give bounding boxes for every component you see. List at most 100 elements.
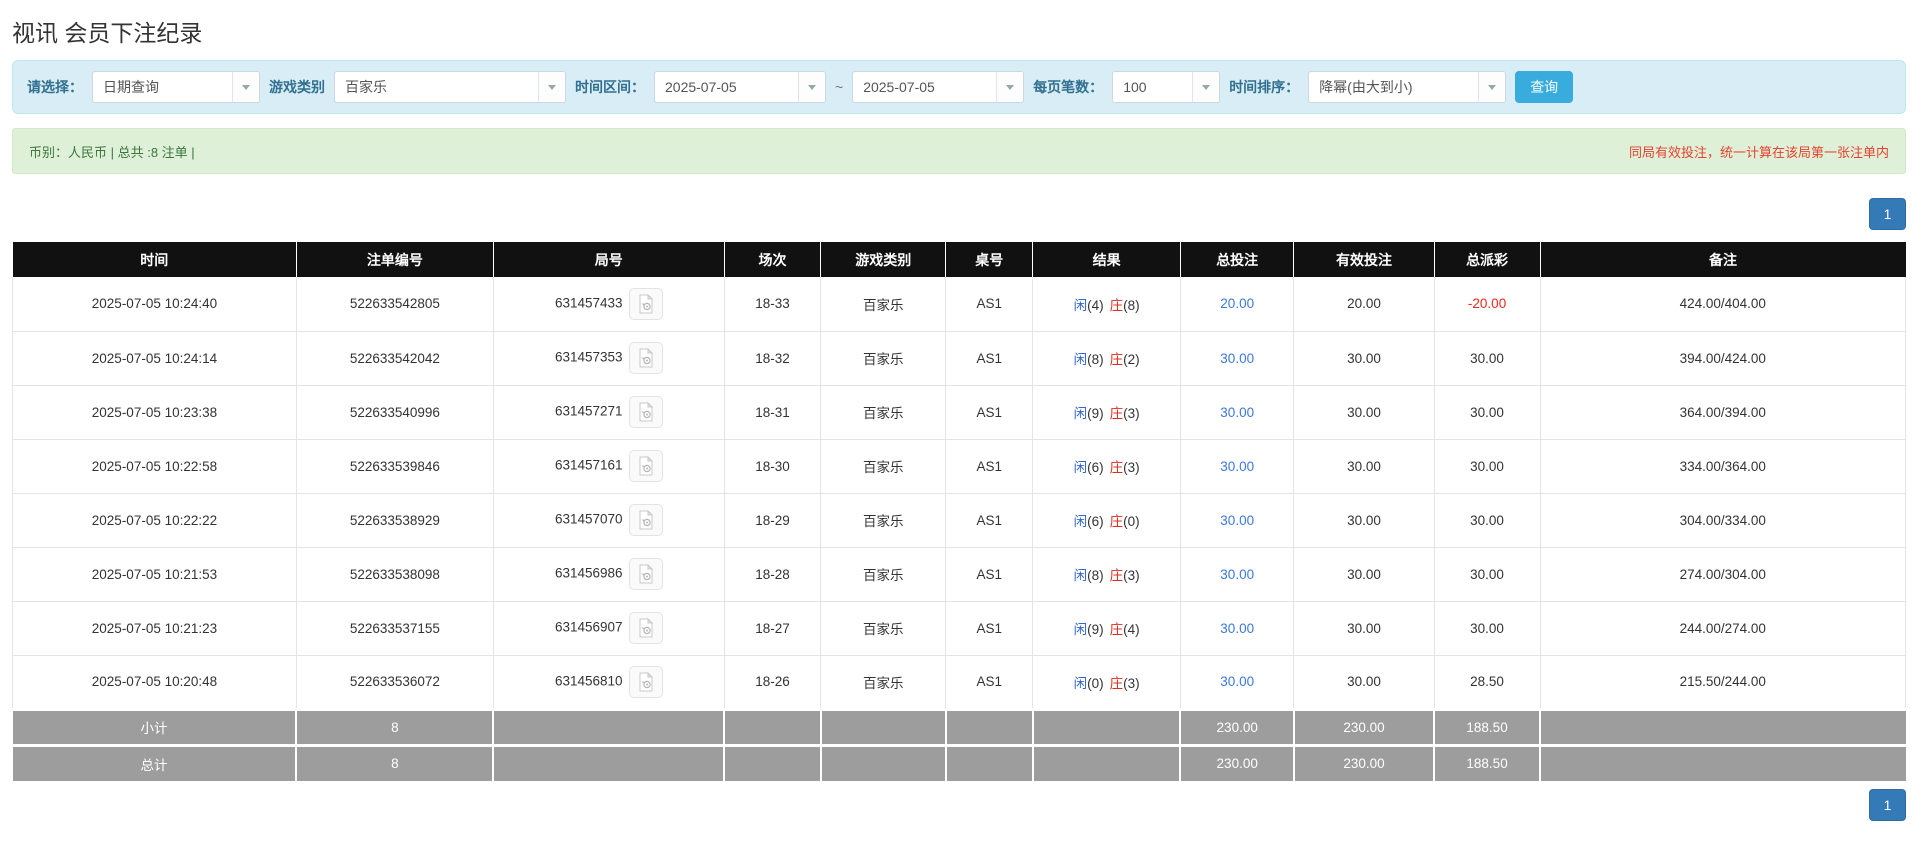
video-replay-button[interactable]	[628, 396, 663, 428]
cell-bet-id: 522633538098	[295, 546, 494, 602]
cell-table-no: AS1	[945, 546, 1034, 602]
result-banker-score: (3)	[1123, 568, 1140, 583]
total-bet-link[interactable]: 30.00	[1220, 674, 1254, 689]
video-file-icon	[639, 671, 653, 691]
table-row: 2025-07-05 10:21:23 522633537155 6314569…	[12, 600, 1907, 656]
video-replay-button[interactable]	[628, 450, 663, 482]
video-file-icon	[639, 456, 653, 476]
cell-valid-bet: 30.00	[1293, 600, 1435, 656]
cell-note: 394.00/424.00	[1539, 330, 1907, 386]
subtotal-row: 小计 8 230.00 230.00 188.50	[12, 707, 1906, 745]
table-row: 2025-07-05 10:22:58 522633539846 6314571…	[12, 438, 1907, 494]
grand-total-row: 总计 8 230.00 230.00 188.50	[12, 743, 1906, 781]
query-type-select[interactable]: 日期查询	[92, 71, 260, 103]
cell-total-bet: 20.00	[1179, 277, 1295, 332]
result-player-score: (8)	[1087, 352, 1104, 367]
video-replay-button[interactable]	[628, 665, 663, 698]
subtotal-valid-bet: 230.00	[1293, 707, 1436, 745]
currency-total-text: 币别：人民币 | 总共 :8 注单 |	[29, 144, 195, 160]
table-row: 2025-07-05 10:21:53 522633538098 6314569…	[12, 546, 1907, 602]
video-replay-button[interactable]	[628, 558, 663, 590]
cell-table-no: AS1	[945, 384, 1034, 440]
cell-bet-id: 522633537155	[295, 600, 494, 656]
chevron-down-icon[interactable]	[232, 72, 259, 102]
total-bet-link[interactable]: 30.00	[1220, 567, 1254, 582]
game-type-select[interactable]: 百家乐	[334, 71, 566, 103]
table-row: 2025-07-05 10:24:14 522633542042 6314573…	[12, 330, 1907, 386]
cell-valid-bet: 30.00	[1293, 546, 1435, 602]
subtotal-payout: 188.50	[1434, 707, 1542, 745]
search-button[interactable]: 查询	[1515, 71, 1574, 103]
cell-valid-bet: 30.00	[1293, 384, 1435, 440]
page-size-select[interactable]: 100	[1112, 71, 1221, 103]
pagination-top: 1	[12, 198, 1906, 230]
cell-game-type: 百家乐	[820, 438, 947, 494]
chevron-down-icon[interactable]	[1192, 72, 1220, 102]
video-replay-button[interactable]	[628, 504, 663, 536]
page-1-button[interactable]: 1	[1869, 789, 1906, 821]
cell-total-bet: 30.00	[1179, 546, 1295, 602]
cell-time: 2025-07-05 10:22:58	[12, 438, 297, 494]
video-file-icon	[639, 348, 653, 368]
total-bet-link[interactable]: 30.00	[1220, 351, 1254, 366]
cell-session: 18-30	[723, 438, 822, 494]
cell-table-no: AS1	[945, 600, 1034, 656]
header-game-type: 游戏类别	[820, 242, 947, 277]
header-round-id: 局号	[493, 242, 725, 277]
cell-payout: 30.00	[1433, 330, 1541, 386]
header-result: 结果	[1032, 242, 1181, 277]
cell-time: 2025-07-05 10:24:40	[12, 277, 297, 332]
cell-note: 424.00/404.00	[1539, 277, 1907, 332]
cell-round-id: 631457433	[492, 277, 725, 332]
chevron-down-icon[interactable]	[1478, 72, 1506, 102]
video-replay-button[interactable]	[628, 612, 663, 644]
cell-bet-id: 522633536072	[295, 654, 494, 710]
round-id: 631457070	[554, 511, 623, 527]
sort-order-label: 时间排序：	[1229, 79, 1300, 95]
cell-session: 18-29	[723, 492, 822, 548]
video-file-icon	[639, 618, 653, 638]
result-player-label: 闲	[1073, 460, 1088, 475]
cell-valid-bet: 20.00	[1293, 277, 1435, 332]
chevron-down-icon[interactable]	[538, 72, 565, 102]
cell-result: 闲(4) 庄(8)	[1032, 277, 1181, 332]
cell-bet-id: 522633540996	[295, 384, 494, 440]
date-to-input[interactable]: 2025-07-05	[852, 71, 1025, 103]
date-from-input[interactable]: 2025-07-05	[654, 71, 826, 103]
cell-valid-bet: 30.00	[1293, 654, 1435, 710]
chevron-down-icon[interactable]	[798, 72, 825, 102]
range-separator: ~	[835, 79, 844, 95]
header-table-no: 桌号	[945, 242, 1034, 277]
cell-time: 2025-07-05 10:20:48	[12, 654, 297, 710]
pagination-bottom: 1	[12, 789, 1906, 821]
date-from-value: 2025-07-05	[665, 79, 737, 95]
header-payout: 总派彩	[1434, 242, 1541, 277]
total-bet-link[interactable]: 20.00	[1220, 296, 1254, 311]
video-replay-button[interactable]	[628, 287, 663, 320]
round-id: 631457271	[554, 403, 623, 419]
page-size-value: 100	[1123, 79, 1147, 95]
result-player-score: (4)	[1087, 297, 1104, 313]
cell-payout: -20.00	[1433, 277, 1541, 332]
filter-bar: 请选择： 日期查询 游戏类别 百家乐 时间区间： 2025-07-05 ~ 20…	[12, 60, 1906, 114]
cell-total-bet: 30.00	[1179, 438, 1295, 494]
total-bet-link[interactable]: 30.00	[1220, 621, 1254, 636]
video-file-icon	[639, 564, 653, 584]
cell-valid-bet: 30.00	[1293, 438, 1435, 494]
cell-table-no: AS1	[945, 277, 1034, 332]
total-bet-link[interactable]: 30.00	[1220, 459, 1254, 474]
video-file-icon	[639, 293, 653, 314]
page-1-button[interactable]: 1	[1869, 198, 1906, 230]
video-file-icon	[639, 510, 653, 530]
cell-bet-id: 522633542805	[295, 277, 494, 332]
sort-order-select[interactable]: 降幂(由大到小)	[1308, 71, 1507, 103]
video-replay-button[interactable]	[628, 342, 663, 374]
chevron-down-icon[interactable]	[996, 72, 1024, 102]
total-bet-link[interactable]: 30.00	[1220, 513, 1254, 528]
cell-session: 18-32	[723, 330, 822, 386]
cell-game-type: 百家乐	[820, 277, 947, 332]
total-bet-link[interactable]: 30.00	[1220, 405, 1254, 420]
cell-game-type: 百家乐	[820, 492, 947, 548]
game-type-label: 游戏类别	[269, 79, 325, 95]
total-label: 总计	[12, 743, 298, 781]
